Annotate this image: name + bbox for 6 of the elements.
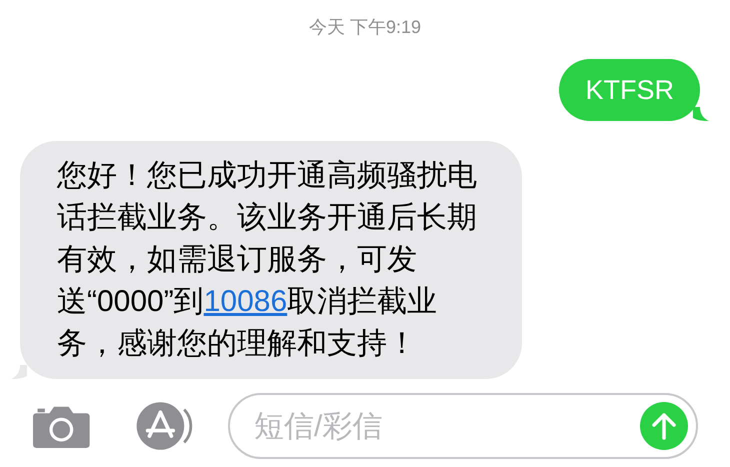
up-arrow-icon (652, 412, 676, 440)
phone-link[interactable]: 10086 (204, 285, 288, 318)
send-button[interactable] (640, 402, 688, 450)
message-field[interactable]: 短信/彩信 (254, 404, 640, 448)
timestamp: 今天 下午9:19 (308, 16, 422, 39)
message-input[interactable]: 短信/彩信 (228, 393, 698, 459)
